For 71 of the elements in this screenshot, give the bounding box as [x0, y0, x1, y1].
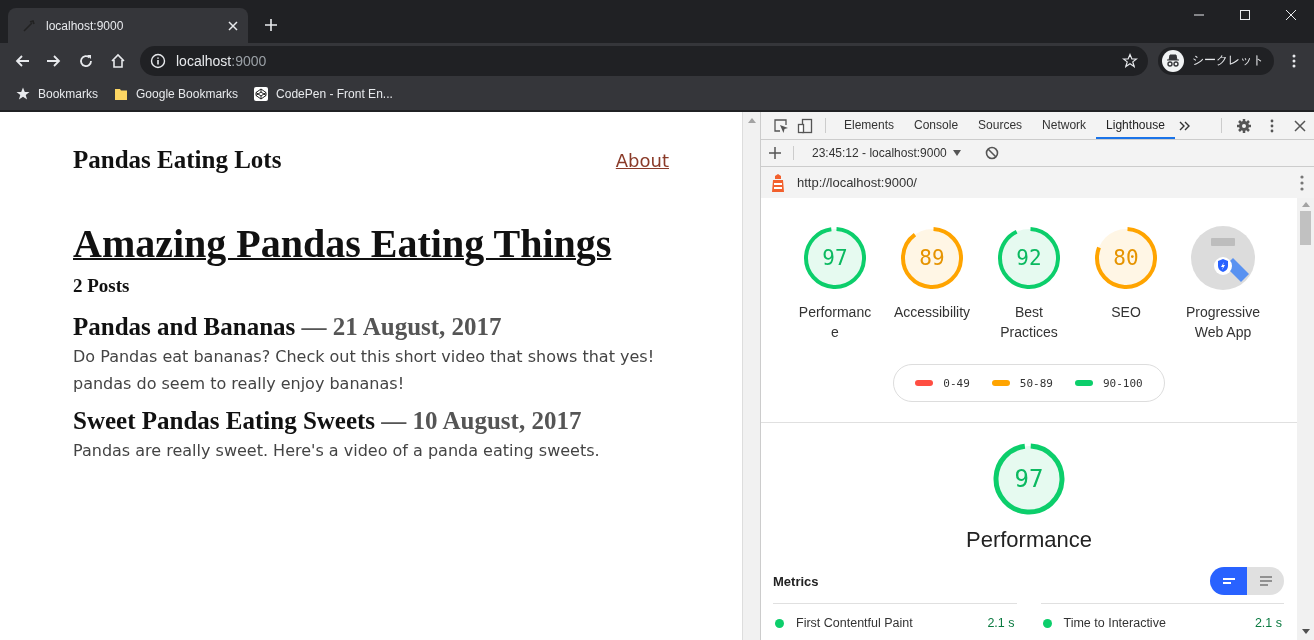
url-text: localhost:9000 [176, 52, 268, 69]
about-link[interactable]: About [615, 149, 669, 171]
new-tab-icon[interactable] [264, 18, 278, 32]
gauge-label: Progressive Web App [1185, 303, 1261, 342]
folder-icon [114, 87, 129, 101]
view-toggle[interactable] [1247, 567, 1284, 595]
report-dropdown[interactable]: 23:45:12 - localhost:9000 [806, 146, 967, 160]
browser-tab[interactable]: localhost:9000 [8, 8, 248, 43]
gauge-label: Best Practices [999, 303, 1059, 342]
category-title: Performance [966, 527, 1092, 553]
legend-range: 0-49 [943, 376, 970, 390]
post-title[interactable]: Pandas and Bananas [73, 313, 296, 340]
score-value: 80 [1113, 246, 1139, 270]
bookmark-item[interactable]: Google Bookmarks [114, 87, 239, 101]
post-title[interactable]: Sweet Pandas Eating Sweets [73, 407, 376, 434]
devtools-tab[interactable]: Network [1032, 112, 1097, 139]
profile-button[interactable]: シークレット [1158, 46, 1274, 75]
page-heading[interactable]: Amazing Pandas Eating Things [73, 220, 612, 267]
metrics-title: Metrics [773, 573, 819, 589]
gauge-label: Accessibility [893, 303, 971, 322]
star-icon [16, 87, 30, 101]
score-value: 92 [1016, 246, 1042, 270]
bookmark-item[interactable]: CodePen - Front En... [254, 87, 393, 101]
legend-range: 50-89 [1019, 376, 1053, 390]
forward-arrow-icon[interactable] [46, 52, 62, 69]
metric-name: First Contentful Paint [796, 616, 914, 630]
scrollbar-thumb[interactable] [1300, 211, 1311, 245]
devtools-tab[interactable]: Sources [968, 112, 1033, 139]
post-excerpt: Pandas are really sweet. Here's a video of a panda eating sweets. [73, 440, 601, 462]
post-date: — 21 August, 2017 [301, 313, 502, 340]
inspect-icon[interactable] [773, 117, 789, 134]
tab-title: localhost:9000 [46, 18, 125, 33]
info-icon[interactable] [150, 52, 166, 69]
reload-icon[interactable] [78, 52, 94, 69]
legend-range: 90-100 [1102, 376, 1143, 390]
devtools-tab[interactable]: Console [904, 112, 969, 139]
post-excerpt: Do Pandas eat bananas? Check out this short video that shows that yes! pandas do seem to really enjoy bananas! [73, 346, 656, 395]
report-url: http://localhost:9000/ [797, 175, 918, 190]
site-title[interactable]: Pandas Eating Lots [73, 146, 282, 174]
device-toolbar-icon[interactable] [797, 117, 813, 134]
gauge-label: Performance [797, 303, 873, 342]
settings-icon[interactable] [1236, 117, 1252, 134]
lighthouse-icon [771, 173, 785, 192]
pwa-badge-icon[interactable] [1191, 226, 1255, 290]
score-value: 97 [822, 246, 848, 270]
caret-icon [952, 150, 961, 156]
score-value: 89 [919, 246, 945, 270]
add-icon[interactable] [769, 147, 781, 159]
pen-icon [22, 18, 36, 33]
more-tabs-icon[interactable] [1178, 119, 1191, 132]
back-arrow-icon[interactable] [14, 52, 30, 69]
address-bar[interactable]: localhost:9000 [140, 45, 1148, 76]
post-count: 2 Posts [73, 275, 131, 297]
close-icon[interactable] [228, 20, 238, 31]
close-icon[interactable] [1292, 117, 1308, 134]
metric-name: Time to Interactive [1063, 616, 1167, 630]
score-value: 97 [1014, 465, 1044, 493]
bookmark-item[interactable]: Bookmarks [16, 87, 99, 101]
metric-value: 2.1 s [987, 616, 1015, 630]
scroll-down-icon[interactable] [1301, 629, 1310, 634]
codepen-icon [254, 87, 269, 101]
home-icon[interactable] [110, 52, 126, 69]
clear-icon[interactable] [984, 146, 999, 160]
gauge-label: SEO [1110, 303, 1142, 322]
star-icon[interactable] [1122, 52, 1138, 69]
metric-value: 2.1 s [1254, 616, 1282, 630]
view-toggle[interactable] [1210, 567, 1247, 595]
incognito-icon [1162, 49, 1184, 72]
devtools-tab[interactable]: Elements [834, 112, 905, 139]
list-view-icon [1257, 574, 1274, 588]
post-date: — 10 August, 2017 [381, 407, 582, 434]
